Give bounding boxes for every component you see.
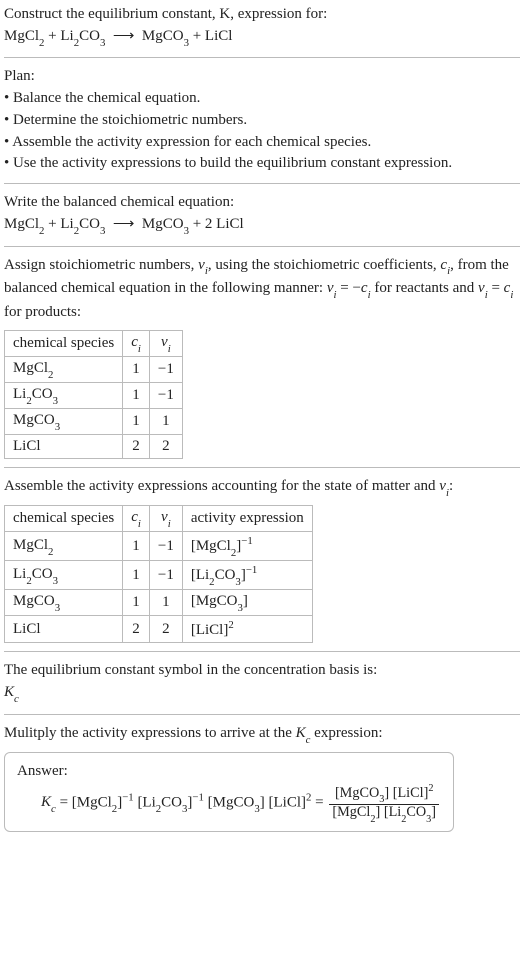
- cell-vi: −1: [149, 561, 182, 590]
- col-vi: νi: [149, 506, 182, 532]
- divider: [4, 57, 520, 58]
- table-row: Li2CO3 1 −1 [Li2CO3]−1: [5, 561, 313, 590]
- table-row: MgCO3 1 1: [5, 408, 183, 434]
- intro-block: Construct the equilibrium constant, K, e…: [4, 4, 520, 49]
- plan-block: Plan: Balance the chemical equation. Det…: [4, 66, 520, 175]
- stoich-intro: Assign stoichiometric numbers, νi, using…: [4, 255, 520, 324]
- col-ci: ci: [123, 506, 150, 532]
- plan-item: Use the activity expressions to build th…: [4, 153, 520, 175]
- divider: [4, 714, 520, 715]
- cell-ci: 1: [123, 532, 150, 561]
- cell-vi: 1: [149, 590, 182, 616]
- activity-block: Assemble the activity expressions accoun…: [4, 476, 520, 644]
- cell-activity: [LiCl]2: [182, 616, 312, 643]
- divider: [4, 651, 520, 652]
- cell-ci: 1: [123, 408, 150, 434]
- cell-ci: 1: [123, 590, 150, 616]
- answer-label: Answer:: [17, 761, 441, 783]
- kc-symbol: Kc: [4, 682, 520, 706]
- activity-table: chemical species ci νi activity expressi…: [4, 505, 313, 643]
- col-activity: activity expression: [182, 506, 312, 532]
- cell-species: LiCl: [5, 434, 123, 458]
- kc-symbol-block: The equilibrium constant symbol in the c…: [4, 660, 520, 705]
- balanced-equation: MgCl2 + Li2CO3 ⟶ MgCO3 + 2 LiCl: [4, 214, 520, 238]
- cell-vi: −1: [149, 532, 182, 561]
- cell-ci: 1: [123, 561, 150, 590]
- cell-species: MgCO3: [5, 408, 123, 434]
- col-species: chemical species: [5, 330, 123, 356]
- answer-box: Answer: Kc = [MgCl2]−1 [Li2CO3]−1 [MgCO3…: [4, 752, 454, 832]
- table-header-row: chemical species ci νi activity expressi…: [5, 506, 313, 532]
- activity-intro: Assemble the activity expressions accoun…: [4, 476, 520, 500]
- cell-ci: 2: [123, 616, 150, 643]
- table-header-row: chemical species ci νi: [5, 330, 183, 356]
- table-row: MgCO3 1 1 [MgCO3]: [5, 590, 313, 616]
- col-ci: ci: [123, 330, 150, 356]
- plan-item: Balance the chemical equation.: [4, 88, 520, 110]
- cell-vi: 2: [149, 616, 182, 643]
- table-row: MgCl2 1 −1 [MgCl2]−1: [5, 532, 313, 561]
- plan-list: Balance the chemical equation. Determine…: [4, 88, 520, 175]
- cell-activity: [MgCO3]: [182, 590, 312, 616]
- stoich-table: chemical species ci νi MgCl2 1 −1 Li2CO3…: [4, 330, 183, 459]
- cell-activity: [MgCl2]−1: [182, 532, 312, 561]
- divider: [4, 183, 520, 184]
- intro-equation: MgCl2 + Li2CO3 ⟶ MgCO3 + LiCl: [4, 26, 520, 50]
- col-species: chemical species: [5, 506, 123, 532]
- plan-heading: Plan:: [4, 66, 520, 88]
- table-row: Li2CO3 1 −1: [5, 382, 183, 408]
- plan-item: Determine the stoichiometric numbers.: [4, 110, 520, 132]
- col-vi: νi: [149, 330, 182, 356]
- answer-expression: Kc = [MgCl2]−1 [Li2CO3]−1 [MgCO3] [LiCl]…: [41, 783, 441, 823]
- cell-species: MgCl2: [5, 532, 123, 561]
- table-row: MgCl2 1 −1: [5, 356, 183, 382]
- balanced-block: Write the balanced chemical equation: Mg…: [4, 192, 520, 237]
- cell-species: MgCO3: [5, 590, 123, 616]
- cell-vi: −1: [149, 382, 182, 408]
- plan-item: Assemble the activity expression for eac…: [4, 132, 520, 154]
- cell-species: Li2CO3: [5, 561, 123, 590]
- cell-species: Li2CO3: [5, 382, 123, 408]
- cell-species: LiCl: [5, 616, 123, 643]
- table-row: LiCl 2 2: [5, 434, 183, 458]
- table-row: LiCl 2 2 [LiCl]2: [5, 616, 313, 643]
- stoich-block: Assign stoichiometric numbers, νi, using…: [4, 255, 520, 459]
- divider: [4, 246, 520, 247]
- cell-activity: [Li2CO3]−1: [182, 561, 312, 590]
- cell-ci: 1: [123, 382, 150, 408]
- cell-vi: 2: [149, 434, 182, 458]
- balanced-heading: Write the balanced chemical equation:: [4, 192, 520, 214]
- cell-species: MgCl2: [5, 356, 123, 382]
- cell-ci: 1: [123, 356, 150, 382]
- kc-symbol-intro: The equilibrium constant symbol in the c…: [4, 660, 520, 682]
- multiply-block: Mulitply the activity expressions to arr…: [4, 723, 520, 832]
- cell-vi: −1: [149, 356, 182, 382]
- cell-vi: 1: [149, 408, 182, 434]
- divider: [4, 467, 520, 468]
- multiply-intro: Mulitply the activity expressions to arr…: [4, 723, 520, 747]
- cell-ci: 2: [123, 434, 150, 458]
- intro-line1: Construct the equilibrium constant, K, e…: [4, 4, 520, 26]
